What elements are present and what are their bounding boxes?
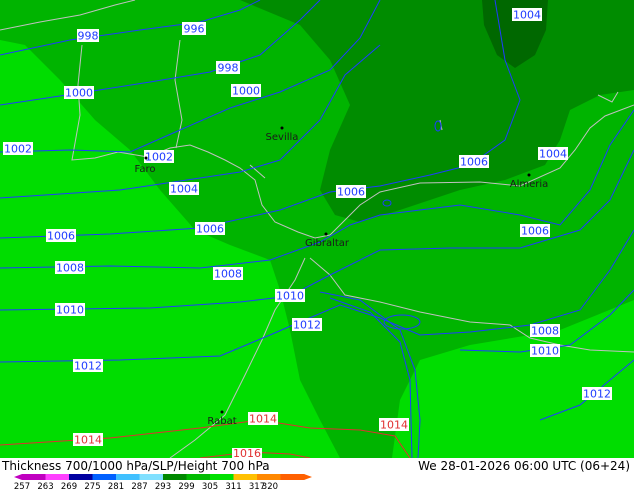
svg-text:998: 998 bbox=[78, 30, 99, 43]
isobar-label-19: 1010 bbox=[55, 303, 85, 317]
legend-swatch bbox=[45, 474, 70, 480]
isobar-label-12: 1006 bbox=[336, 185, 366, 199]
svg-text:1006: 1006 bbox=[47, 230, 75, 243]
svg-text:1002: 1002 bbox=[145, 151, 173, 164]
legend-arrow-left bbox=[14, 474, 22, 480]
legend-swatch bbox=[186, 474, 211, 480]
svg-text:1010: 1010 bbox=[531, 345, 559, 358]
isobar-label-2: 996 bbox=[182, 22, 206, 36]
legend-swatch bbox=[233, 474, 258, 480]
isobar-label-6: 1002 bbox=[3, 142, 33, 156]
svg-text:1008: 1008 bbox=[56, 262, 84, 275]
legend-tick-label: 311 bbox=[225, 482, 241, 490]
svg-text:1004: 1004 bbox=[170, 183, 198, 196]
svg-text:1012: 1012 bbox=[74, 360, 102, 373]
map-footer: Thickness 700/1000 hPa/SLP/Height 700 hP… bbox=[0, 458, 634, 490]
legend-tick-label: 299 bbox=[178, 482, 194, 490]
svg-text:1008: 1008 bbox=[531, 325, 559, 338]
isobar-label-18: 1008 bbox=[530, 324, 560, 338]
legend-swatch bbox=[116, 474, 140, 480]
svg-text:Faro: Faro bbox=[135, 164, 156, 175]
weather-map-view: 998 996 998 1000 1000 1002 1002 1004 100… bbox=[0, 0, 634, 490]
svg-text:996: 996 bbox=[184, 23, 205, 36]
isobar-label-20: 1010 bbox=[275, 289, 305, 303]
isobar-label-14: 1006 bbox=[195, 222, 225, 236]
legend-tick-label: 287 bbox=[131, 482, 147, 490]
svg-text:1014: 1014 bbox=[380, 419, 408, 432]
svg-text:1002: 1002 bbox=[4, 143, 32, 156]
isobar-label-1: 998 bbox=[77, 29, 99, 43]
legend-tick-label: 281 bbox=[108, 482, 124, 490]
svg-text:1012: 1012 bbox=[293, 319, 321, 332]
legend-arrow-right bbox=[304, 474, 312, 480]
isobar-label-9: 1004 bbox=[538, 147, 568, 161]
svg-text:1006: 1006 bbox=[460, 156, 488, 169]
legend-swatch bbox=[257, 474, 281, 480]
legend-swatch bbox=[22, 474, 46, 480]
isobar-label-10: 1004 bbox=[169, 182, 199, 196]
isobar-label-13: 1006 bbox=[46, 229, 76, 243]
thickness-color-legend: 257 263 269 275 281 287 293 299 305 311 317320 bbox=[14, 474, 312, 490]
isobar-label-4: 1000 bbox=[64, 86, 94, 100]
svg-text:1004: 1004 bbox=[539, 148, 567, 161]
svg-text:998: 998 bbox=[218, 62, 239, 75]
isobar-label-22: 1012 bbox=[292, 318, 322, 332]
isobar-label-17: 1008 bbox=[213, 267, 243, 281]
isobar-label-28: 1016 bbox=[232, 447, 262, 458]
svg-text:1016: 1016 bbox=[233, 447, 261, 458]
svg-text:Almeria: Almeria bbox=[510, 179, 549, 190]
isobar-label-7: 1002 bbox=[144, 150, 174, 164]
legend-tick-label: 305 bbox=[202, 482, 218, 490]
svg-text:1012: 1012 bbox=[583, 388, 611, 401]
isobar-label-27: 1014 bbox=[73, 433, 103, 447]
svg-text:1014: 1014 bbox=[74, 434, 102, 447]
svg-text:1006: 1006 bbox=[196, 223, 224, 236]
legend-tick-label: 320 bbox=[262, 482, 278, 490]
isobar-label-11: 1006 bbox=[459, 155, 489, 169]
svg-text:1000: 1000 bbox=[65, 87, 93, 100]
svg-text:1006: 1006 bbox=[521, 225, 549, 238]
legend-swatch bbox=[92, 474, 117, 480]
isobar-label-8: 1004 bbox=[512, 8, 542, 22]
svg-text:Sevilla: Sevilla bbox=[266, 132, 299, 143]
thickness-slp-map: 998 996 998 1000 1000 1002 1002 1004 100… bbox=[0, 0, 634, 458]
legend-tick-label: 263 bbox=[37, 482, 53, 490]
svg-text:1008: 1008 bbox=[214, 268, 242, 281]
svg-text:Gibraltar: Gibraltar bbox=[305, 238, 350, 249]
isobar-label-21: 1010 bbox=[530, 344, 560, 358]
legend-swatch bbox=[210, 474, 234, 480]
svg-text:1004: 1004 bbox=[513, 9, 541, 22]
valid-time: We 28-01-2026 06:00 UTC (06+24) bbox=[418, 459, 630, 473]
legend-swatch bbox=[280, 474, 305, 480]
svg-text:1010: 1010 bbox=[56, 304, 84, 317]
isobar-label-5: 1000 bbox=[231, 84, 261, 98]
legend-swatch bbox=[139, 474, 164, 480]
legend-tick-label: 257 bbox=[14, 482, 30, 490]
svg-text:1000: 1000 bbox=[232, 85, 260, 98]
isobar-label-15: 1006 bbox=[520, 224, 550, 238]
isobar-label-16: 1008 bbox=[55, 261, 85, 275]
svg-text:1014: 1014 bbox=[249, 413, 277, 426]
isobar-label-25: 1014 bbox=[248, 412, 278, 426]
legend-tick-label: 275 bbox=[84, 482, 100, 490]
product-title: Thickness 700/1000 hPa/SLP/Height 700 hP… bbox=[2, 459, 270, 473]
svg-text:1006: 1006 bbox=[337, 186, 365, 199]
svg-text:Rabat: Rabat bbox=[207, 416, 236, 427]
isobar-label-26: 1014 bbox=[379, 418, 409, 432]
isobar-label-23: 1012 bbox=[73, 359, 103, 373]
svg-text:1010: 1010 bbox=[276, 290, 304, 303]
legend-swatch bbox=[69, 474, 93, 480]
isobar-label-3: 998 bbox=[216, 61, 240, 75]
legend-swatch bbox=[163, 474, 187, 480]
isobar-label-24: 1012 bbox=[582, 387, 612, 401]
legend-tick-label: 269 bbox=[61, 482, 77, 490]
legend-tick-label: 293 bbox=[155, 482, 171, 490]
